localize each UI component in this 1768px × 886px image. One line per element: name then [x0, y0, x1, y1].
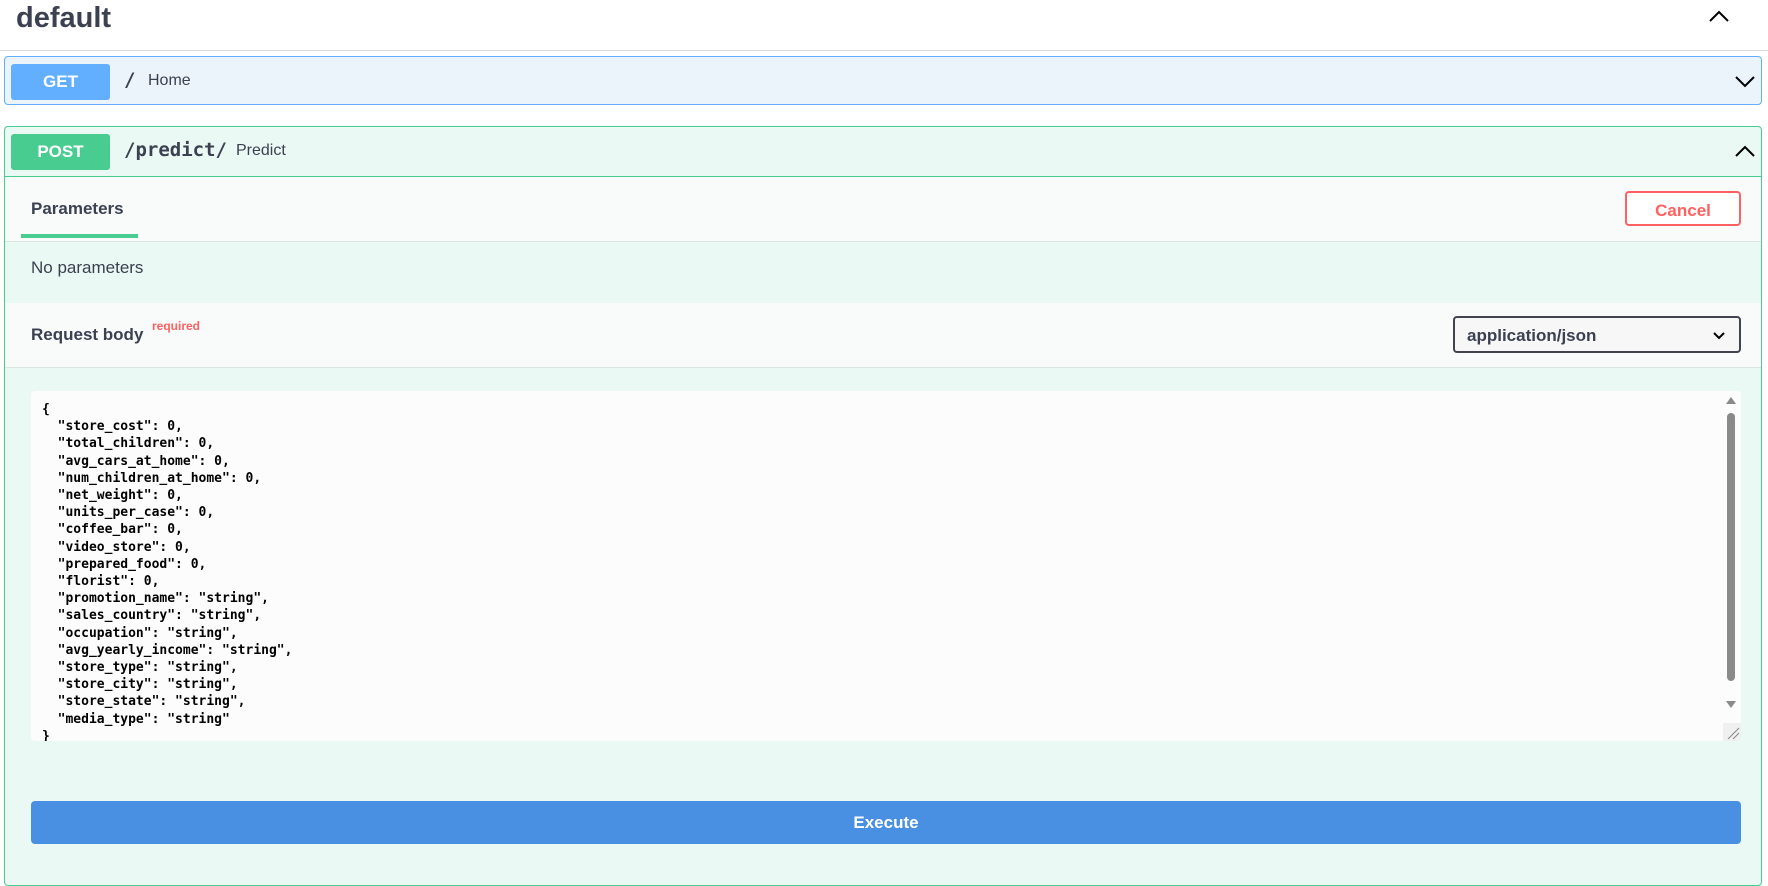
post-operation: POST /predict/ Predict Parameters Cancel… [4, 126, 1762, 886]
tab-active-indicator [21, 234, 138, 238]
editor-scrollbar[interactable] [1725, 397, 1737, 708]
request-body-label: Request body [31, 325, 144, 344]
get-summary: Home [148, 72, 191, 89]
post-method-badge: POST [11, 134, 110, 170]
chevron-up-icon[interactable] [1732, 138, 1758, 164]
get-path: / [124, 69, 136, 91]
chevron-down-icon[interactable] [1732, 68, 1758, 94]
scroll-up-arrow-icon[interactable] [1726, 397, 1736, 404]
content-type-select[interactable]: application/json [1453, 316, 1741, 353]
scroll-down-arrow-icon[interactable] [1726, 701, 1736, 708]
content-type-value: application/json [1467, 326, 1597, 345]
no-parameters-text: No parameters [31, 258, 144, 277]
request-body-header: Request body required application/json [5, 303, 1761, 368]
chevron-up-icon[interactable] [1706, 3, 1732, 29]
get-operation[interactable]: GET / Home [4, 56, 1762, 105]
request-body-text[interactable]: { "store_cost": 0, "total_children": 0, … [42, 401, 292, 741]
scrollbar-thumb[interactable] [1727, 413, 1735, 681]
request-body-editor[interactable]: { "store_cost": 0, "total_children": 0, … [31, 391, 1741, 741]
post-summary: Predict [236, 142, 286, 159]
post-path: /predict/ [124, 139, 227, 161]
parameters-tab-bar: Parameters Cancel [5, 177, 1761, 242]
cancel-button[interactable]: Cancel [1625, 191, 1741, 226]
required-badge: required [152, 319, 201, 333]
execute-button[interactable]: Execute [31, 801, 1741, 844]
section-header[interactable]: default [0, 0, 1768, 51]
resize-handle-icon[interactable] [1723, 723, 1741, 741]
section-title: default [16, 2, 112, 34]
chevron-down-icon [1711, 327, 1727, 343]
post-header[interactable]: POST /predict/ Predict [5, 127, 1761, 177]
get-method-badge: GET [11, 64, 110, 100]
tab-parameters[interactable]: Parameters [31, 199, 124, 219]
